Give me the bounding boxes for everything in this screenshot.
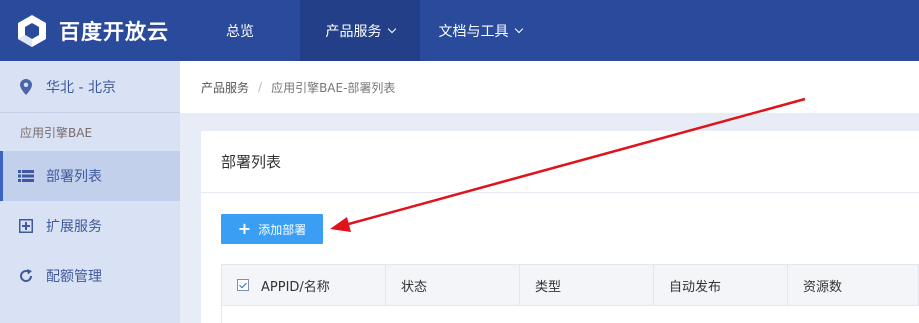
column-header-type[interactable]: 类型 [520,265,654,305]
sidebar-item-label: 部署列表 [46,169,102,185]
plus-square-icon [18,218,34,234]
add-deployment-label: 添加部署 [258,222,307,237]
column-header-auto-publish[interactable]: 自动发布 [654,265,788,305]
region-label: 华北 - 北京 [46,79,116,96]
breadcrumb-root[interactable]: 产品服务 [201,79,249,96]
region-selector[interactable]: 华北 - 北京 [0,61,180,113]
sidebar-item-label: 配额管理 [46,269,102,285]
refresh-icon [18,268,34,284]
column-header-status[interactable]: 状态 [386,265,520,305]
checkmark-icon [239,280,247,288]
column-header-label: 资源数 [803,279,843,295]
breadcrumb: 产品服务 / 应用引擎BAE-部署列表 [180,61,919,113]
card-title: 部署列表 [201,131,919,193]
column-header-label: APPID/名称 [261,279,330,295]
column-header-resources[interactable]: 资源数 [788,265,918,305]
chevron-down-icon [387,24,396,34]
sidebar-item-extensions[interactable]: 扩展服务 [0,201,180,251]
list-icon [18,168,34,184]
column-header-appid[interactable]: APPID/名称 [222,265,386,305]
sidebar-item-quota[interactable]: 配额管理 [0,251,180,301]
brand-name: 百度开放云 [59,19,169,44]
top-navbar: 百度开放云 总览 产品服务 文档与工具 [0,0,919,61]
nav-docs-tools[interactable]: 文档与工具 [420,0,540,61]
brand[interactable]: 百度开放云 [0,0,180,61]
cube-logo-icon [14,13,50,49]
nav-overview[interactable]: 总览 [180,0,300,61]
plus-icon: + [237,219,252,238]
nav-docs-tools-label: 文档与工具 [438,23,509,40]
sidebar-item-label: 扩展服务 [46,219,102,235]
deploy-list-card: 部署列表 + 添加部署 APPID/名称 状态 类型 自动发布 资源数 [201,131,919,323]
nav-products[interactable]: 产品服务 [300,0,420,61]
sidebar-item-deploy-list[interactable]: 部署列表 [0,151,180,201]
column-header-label: 状态 [401,279,428,295]
nav-products-label: 产品服务 [325,23,382,40]
deploy-table: APPID/名称 状态 类型 自动发布 资源数 [221,264,919,323]
location-pin-icon [18,78,34,95]
select-all-checkbox[interactable] [237,279,249,291]
column-header-label: 自动发布 [669,279,722,295]
table-body [221,306,919,323]
breadcrumb-separator: / [258,80,263,94]
column-header-label: 类型 [535,279,562,295]
breadcrumb-current: 应用引擎BAE-部署列表 [271,80,396,95]
add-deployment-button[interactable]: + 添加部署 [221,214,323,244]
nav-overview-label: 总览 [226,23,254,40]
sidebar: 华北 - 北京 应用引擎BAE 部署列表 扩展服务 配额管理 [0,61,180,323]
chevron-down-icon [514,24,523,34]
table-header: APPID/名称 状态 类型 自动发布 资源数 [221,264,919,306]
sidebar-section-label: 应用引擎BAE [20,125,93,140]
